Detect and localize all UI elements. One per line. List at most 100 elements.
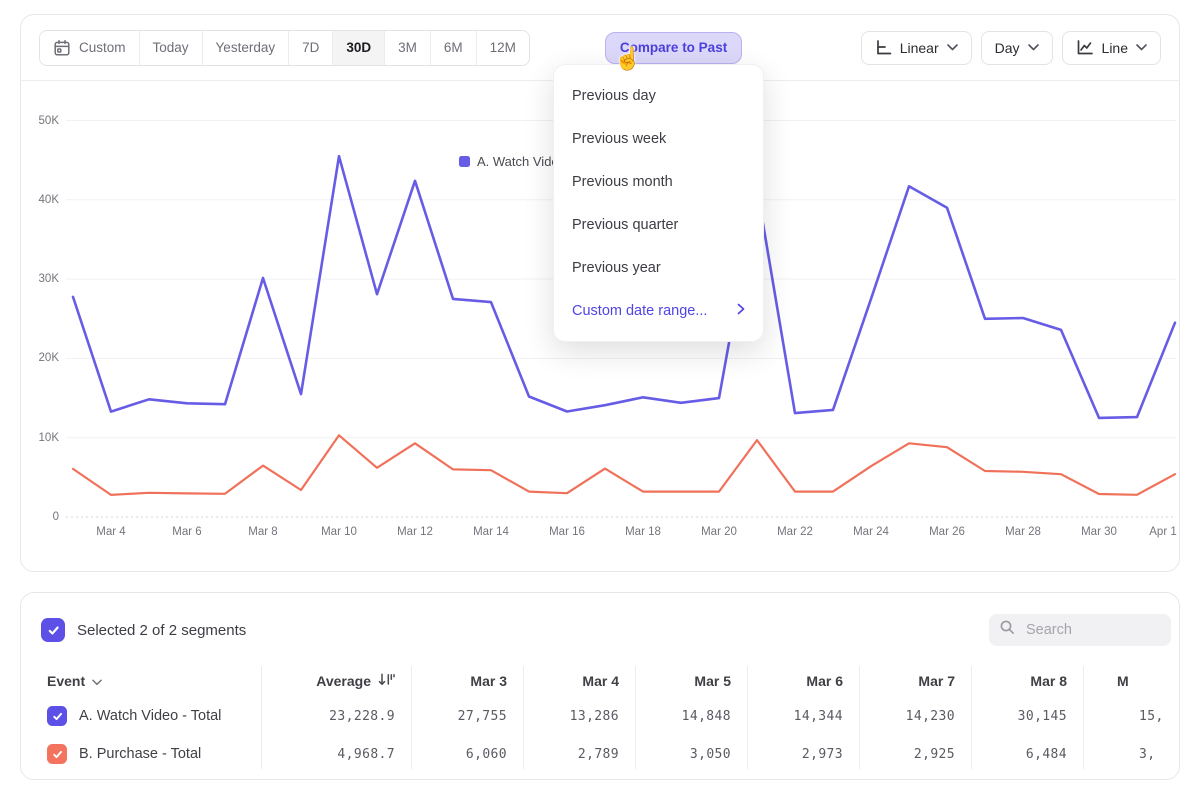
cell-value: 14,848 [635,697,747,735]
menu-item-previous-day[interactable]: Previous day [554,74,763,117]
scale-select-button[interactable]: Linear [861,31,972,65]
series-line-b[interactable] [73,435,1175,495]
range-label: Yesterday [216,40,276,55]
row-checkbox[interactable] [47,706,67,726]
row-checkbox[interactable] [47,744,67,764]
column-header-mar-6[interactable]: Mar 6 [747,664,859,697]
y-tick-label: 50K [25,115,59,127]
cell-value: 2,973 [747,735,859,773]
column-divider [635,666,636,769]
y-tick-label: 0 [25,511,59,523]
cell-value: 6,484 [971,735,1083,773]
menu-item-label: Previous year [572,260,661,276]
column-header-mar-4[interactable]: Mar 4 [523,664,635,697]
range-button-12m[interactable]: 12M [477,31,529,65]
menu-item-label: Previous month [572,174,673,190]
x-tick-label: Mar 30 [1071,526,1127,538]
search-icon [999,619,1016,641]
column-divider [411,666,412,769]
range-label: 3M [398,40,417,55]
average-header-label: Average [316,673,371,689]
scale-label: Linear [900,40,939,56]
range-button-today[interactable]: Today [140,31,203,65]
menu-item-previous-year[interactable]: Previous year [554,246,763,289]
column-divider [1083,666,1084,769]
menu-item-label: Previous day [572,88,656,104]
chevron-right-icon [737,303,745,319]
menu-item-label: Previous week [572,131,666,147]
column-header-clipped[interactable]: M [1083,664,1179,697]
range-label: 7D [302,40,319,55]
chevron-down-icon [1028,44,1039,51]
chart-type-label: Line [1102,40,1128,56]
range-button-3m[interactable]: 3M [385,31,431,65]
range-button-yesterday[interactable]: Yesterday [203,31,290,65]
chart-type-select-button[interactable]: Line [1062,31,1161,65]
segments-card: Selected 2 of 2 segments Event Average Mar… [20,592,1180,780]
cell-value: 2,925 [859,735,971,773]
column-divider [523,666,524,769]
interval-label: Day [995,40,1020,56]
table-header-row: Event Average Mar 3Mar 4Mar 5Mar 6Mar 7Mar… [21,664,1179,697]
column-header-mar-8[interactable]: Mar 8 [971,664,1083,697]
chevron-down-icon [1136,44,1147,51]
series-row-label: A. Watch Video - Total [79,708,221,724]
range-label: Today [153,40,189,55]
menu-item-previous-quarter[interactable]: Previous quarter [554,203,763,246]
column-header-average[interactable]: Average [261,664,411,697]
selected-segments-row: Selected 2 of 2 segments [41,618,246,642]
analytics-page: CustomTodayYesterday7D30D3M6M12M Compare… [0,0,1200,802]
column-header-mar-3[interactable]: Mar 3 [411,664,523,697]
interval-select-button[interactable]: Day [981,31,1053,65]
segment-search [989,614,1171,646]
y-tick-label: 20K [25,352,59,364]
legend-swatch [459,156,470,167]
x-tick-label: Mar 14 [463,526,519,538]
search-input[interactable] [1024,621,1161,639]
date-range-control: Custom Today Yesterday 7D 30D 3M 6M 12M [39,30,530,66]
range-button-6m[interactable]: 6M [431,31,477,65]
column-header-event[interactable]: Event [21,664,261,697]
range-button-30d[interactable]: 30D [333,31,385,65]
column-divider [747,666,748,769]
column-divider [971,666,972,769]
mouse-cursor-pointer: ☝ [614,46,641,72]
chevron-down-icon [92,673,102,689]
segments-table: Event Average Mar 3Mar 4Mar 5Mar 6Mar 7Mar… [21,664,1179,773]
x-tick-label: Apr 1 [1135,526,1180,538]
column-header-mar-5[interactable]: Mar 5 [635,664,747,697]
x-tick-label: Mar 8 [235,526,291,538]
menu-item-previous-week[interactable]: Previous week [554,117,763,160]
x-tick-label: Mar 4 [83,526,139,538]
cell-value: 30,145 [971,697,1083,735]
x-tick-label: Mar 28 [995,526,1051,538]
cell-value-clipped: 15, [1083,697,1179,735]
x-tick-label: Mar 26 [919,526,975,538]
select-all-checkbox[interactable] [41,618,65,642]
range-button-7d[interactable]: 7D [289,31,333,65]
menu-item-previous-month[interactable]: Previous month [554,160,763,203]
event-header-label: Event [47,673,85,689]
cell-value: 27,755 [411,697,523,735]
cell-value: 3,050 [635,735,747,773]
column-divider [261,666,262,769]
selected-segments-label: Selected 2 of 2 segments [77,622,246,639]
cell-value: 14,344 [747,697,859,735]
legend-item[interactable]: A. Watch Video [459,154,566,169]
calendar-icon [53,39,71,57]
cell-value: 6,060 [411,735,523,773]
table-row: A. Watch Video - Total23,228.927,75513,2… [21,697,1179,735]
range-button-custom[interactable]: Custom [40,31,140,65]
range-label: 6M [444,40,463,55]
column-header-mar-7[interactable]: Mar 7 [859,664,971,697]
cell-value: 14,230 [859,697,971,735]
table-row: B. Purchase - Total4,968.76,0602,7893,05… [21,735,1179,773]
chart-display-controls: Linear Day [861,31,1161,65]
y-tick-label: 40K [25,194,59,206]
menu-item-custom-date-range[interactable]: Custom date range... [554,289,763,332]
chevron-down-icon [947,44,958,51]
range-label: 12M [490,40,516,55]
menu-item-label: Custom date range... [572,303,707,319]
y-tick-label: 10K [25,432,59,444]
cell-average: 23,228.9 [261,697,411,735]
